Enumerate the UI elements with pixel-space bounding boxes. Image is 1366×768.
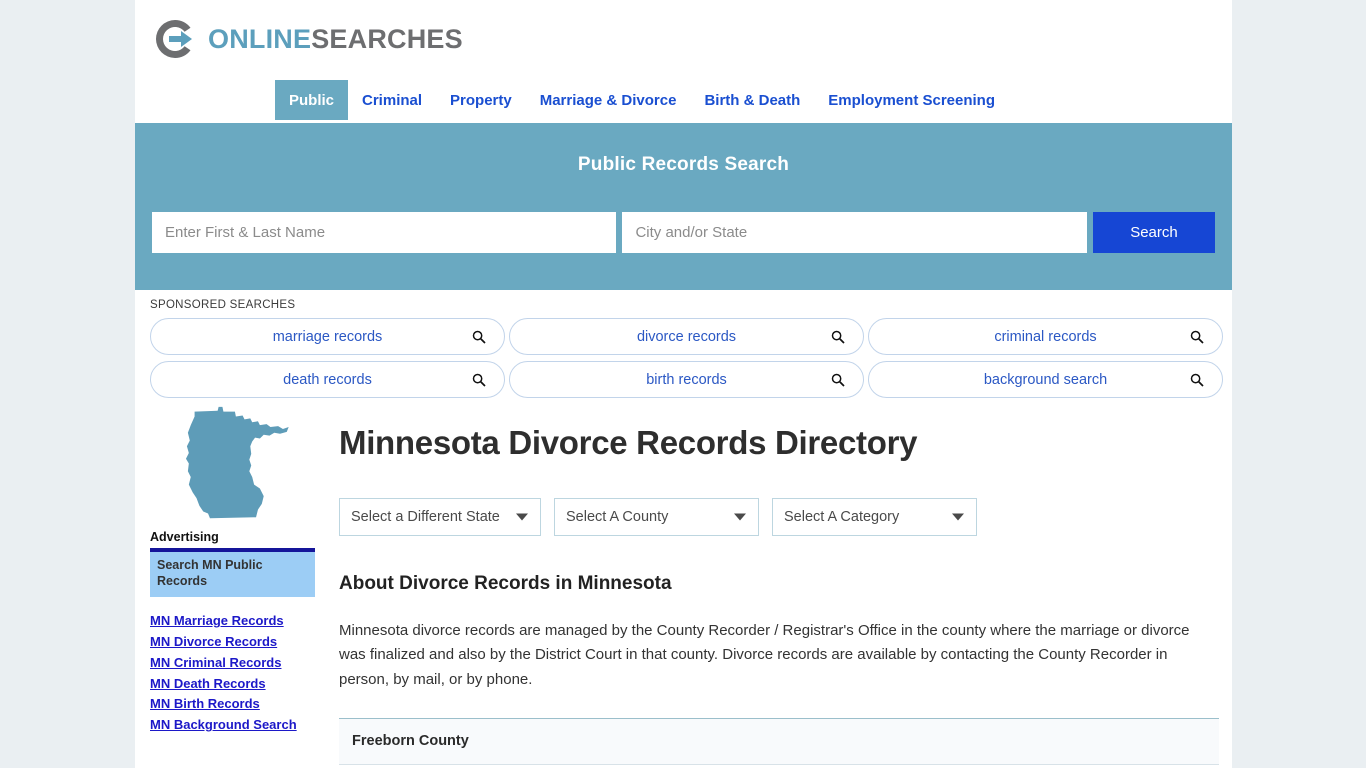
- county-name: Freeborn County: [352, 733, 469, 750]
- search-name-input[interactable]: [152, 212, 617, 253]
- filter-select-row: Select a Different State Select A County…: [339, 498, 1219, 536]
- advertising-label: Advertising: [150, 530, 219, 544]
- sidebar-links-list: MN Marriage Records MN Divorce Records M…: [150, 611, 315, 736]
- nav-item-criminal[interactable]: Criminal: [348, 80, 436, 120]
- main-navigation: Public Criminal Property Marriage & Divorce…: [135, 80, 1232, 126]
- search-banner: Public Records Search Search: [135, 126, 1232, 290]
- search-submit-button[interactable]: Search: [1092, 212, 1216, 253]
- sidebar-link-mn-death-records[interactable]: MN Death Records: [150, 674, 315, 695]
- sponsored-pill-label: divorce records: [636, 328, 737, 345]
- table-row[interactable]: Freeborn County: [339, 718, 1219, 765]
- sidebar-link-mn-marriage-records[interactable]: MN Marriage Records: [150, 611, 315, 632]
- about-section-title: About Divorce Records in Minnesota: [339, 573, 672, 594]
- search-icon: [472, 330, 486, 344]
- header-logo-row: ONLINESEARCHES: [135, 0, 1232, 80]
- search-location-input[interactable]: [622, 212, 1087, 253]
- banner-title: Public Records Search: [577, 154, 790, 175]
- circle-arrow-logo-icon: [152, 16, 198, 62]
- select-state-label: Select a Different State: [351, 509, 500, 525]
- search-icon: [472, 373, 486, 387]
- sponsored-pill-label: criminal records: [994, 328, 1097, 345]
- search-icon: [1190, 373, 1204, 387]
- sponsored-pill-label: death records: [283, 371, 372, 388]
- select-category-dropdown[interactable]: Select A Category: [772, 498, 977, 536]
- sponsored-pill-death-records[interactable]: death records: [150, 361, 505, 398]
- sponsored-searches-label: SPONSORED SEARCHES: [150, 299, 296, 311]
- main-content: Minnesota Divorce Records Directory Sele…: [339, 404, 1219, 765]
- search-form: Search: [152, 212, 1216, 253]
- page-root: ONLINESEARCHES Public Criminal Property Mar…: [0, 0, 1366, 768]
- logo-word-searches: SEARCHES: [311, 23, 463, 54]
- sponsored-pill-divorce-records[interactable]: divorce records: [509, 318, 864, 355]
- select-category-label: Select A Category: [784, 509, 900, 525]
- nav-item-birth-death[interactable]: Birth & Death: [690, 80, 814, 120]
- logo-word-online: ONLINE: [208, 23, 312, 54]
- about-section-text: Minnesota divorce records are managed by…: [339, 622, 1190, 688]
- sponsored-pill-birth-records[interactable]: birth records: [509, 361, 864, 398]
- select-county-dropdown[interactable]: Select A County: [554, 498, 759, 536]
- sponsored-pill-background-search[interactable]: background search: [868, 361, 1223, 398]
- select-state-dropdown[interactable]: Select a Different State: [339, 498, 541, 536]
- chevron-down-icon: [952, 513, 964, 521]
- nav-item-marriage-divorce[interactable]: Marriage & Divorce: [526, 80, 691, 120]
- sidebar-link-mn-background-search[interactable]: MN Background Search: [150, 715, 315, 736]
- sponsored-pill-criminal-records[interactable]: criminal records: [868, 318, 1223, 355]
- sponsored-pill-grid: marriage records divorce records crimina…: [150, 318, 1223, 398]
- search-icon: [831, 373, 845, 387]
- content-container: ONLINESEARCHES Public Criminal Property Mar…: [135, 0, 1232, 768]
- minnesota-state-map-icon: [173, 404, 293, 524]
- select-county-label: Select A County: [566, 509, 669, 525]
- page-title: Minnesota Divorce Records Directory: [339, 424, 918, 461]
- site-logo[interactable]: ONLINESEARCHES: [152, 16, 463, 62]
- ad-box-search-mn-public-records[interactable]: Search MN Public Records: [150, 548, 315, 598]
- search-icon: [1190, 330, 1204, 344]
- chevron-down-icon: [516, 513, 528, 521]
- sidebar-link-mn-criminal-records[interactable]: MN Criminal Records: [150, 653, 315, 674]
- nav-item-public[interactable]: Public: [275, 80, 349, 120]
- search-icon: [831, 330, 845, 344]
- sponsored-pill-label: marriage records: [272, 328, 383, 345]
- sponsored-pill-label: birth records: [646, 371, 727, 388]
- nav-item-employment-screening[interactable]: Employment Screening: [814, 80, 1009, 120]
- left-sidebar: Advertising Search MN Public Records MN …: [150, 404, 315, 736]
- sponsored-pill-label: background search: [983, 371, 1108, 388]
- sponsored-pill-marriage-records[interactable]: marriage records: [150, 318, 505, 355]
- sidebar-link-mn-divorce-records[interactable]: MN Divorce Records: [150, 632, 315, 653]
- logo-wordmark: ONLINESEARCHES: [208, 23, 463, 54]
- sidebar-link-mn-birth-records[interactable]: MN Birth Records: [150, 694, 315, 715]
- county-list-table: Freeborn County: [339, 717, 1219, 765]
- sponsored-searches-section: SPONSORED SEARCHES marriage records divo…: [135, 290, 1232, 398]
- page-body: Advertising Search MN Public Records MN …: [135, 398, 1232, 765]
- nav-item-property[interactable]: Property: [436, 80, 526, 120]
- chevron-down-icon: [734, 513, 746, 521]
